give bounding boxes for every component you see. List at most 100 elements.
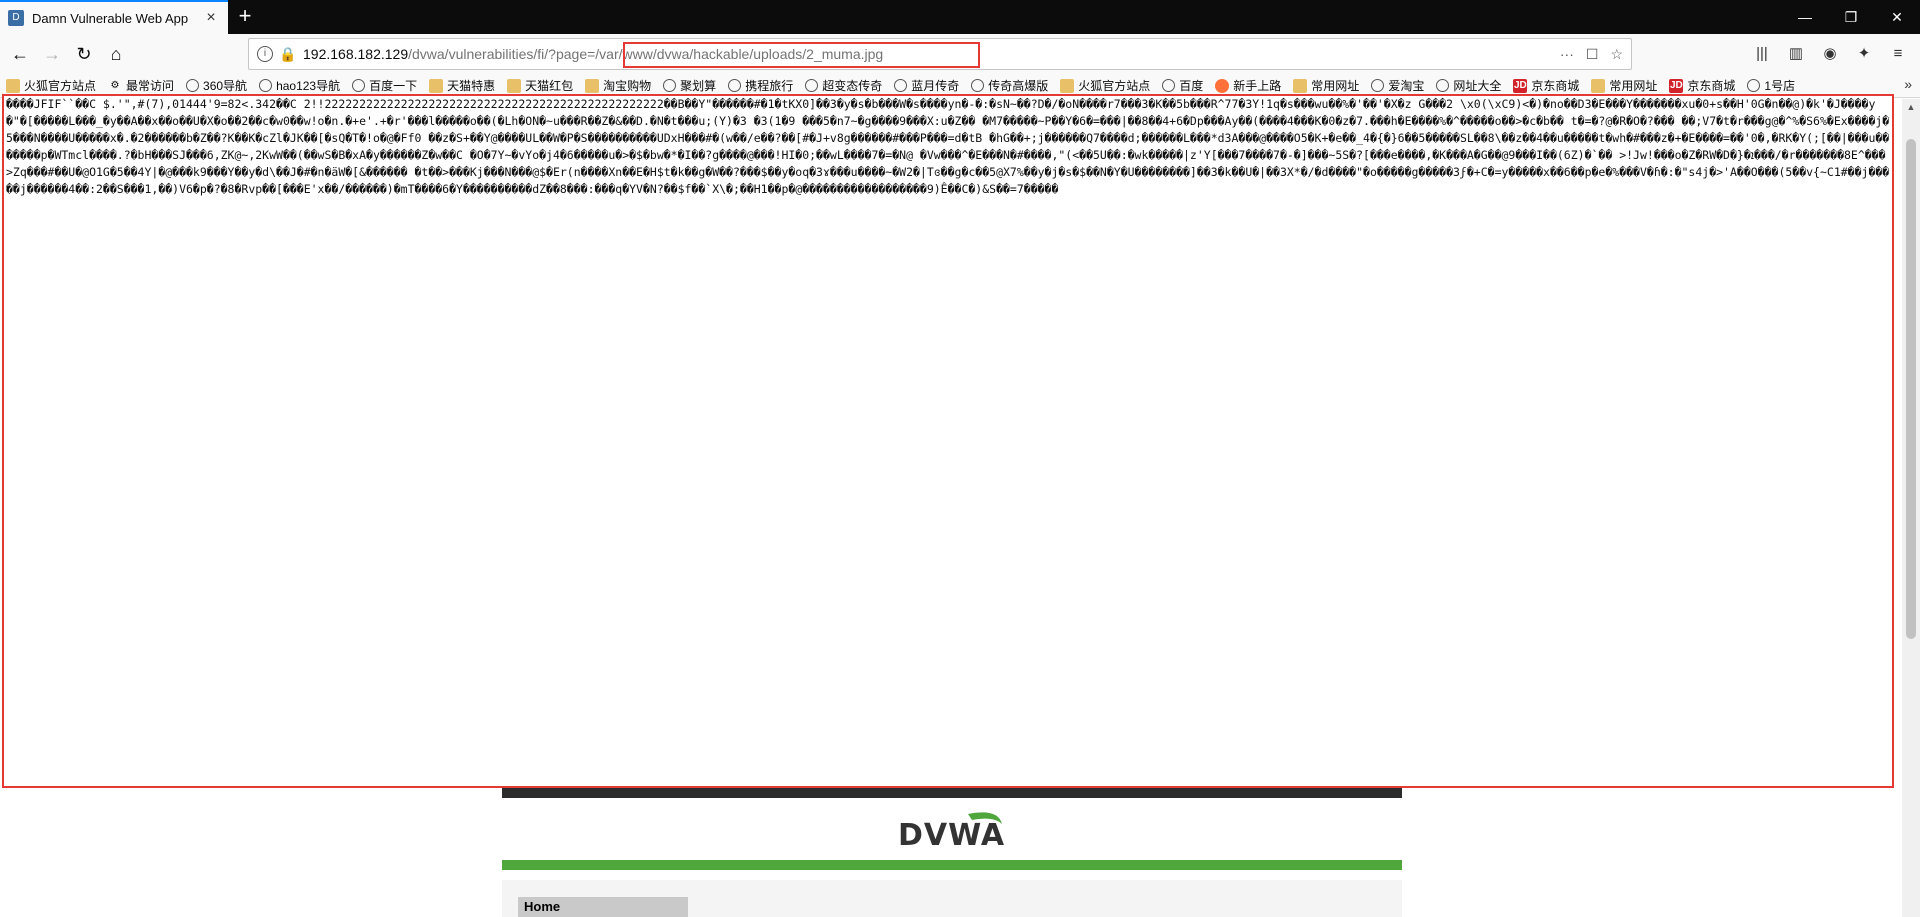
bookmark-item[interactable]: 爱淘宝 [1371, 77, 1424, 94]
bookmark-label: 淘宝购物 [603, 79, 652, 93]
jd-icon: JD [1513, 78, 1528, 93]
globe-icon [971, 79, 985, 92]
bookmark-label: 天猫红包 [525, 79, 574, 93]
bookmark-label: 最常访问 [126, 79, 175, 93]
garbled-file-output: ����JFIF``��C $.'",#(7),01444'9=82<.342�… [2, 94, 1894, 788]
navigation-bar: ← → ↻ ⌂ i 🔒 192.168.182.129/dvwa/vulnera… [0, 34, 1920, 74]
dvwa-header: DVWA [502, 788, 1402, 870]
tab-title: Damn Vulnerable Web App [32, 10, 189, 26]
bookmark-item[interactable]: 百度 [1162, 77, 1203, 94]
pocket-icon[interactable]: ☐ [1586, 46, 1599, 63]
gear-icon: ⚙ [110, 79, 120, 91]
jd-icon: JD [1669, 78, 1684, 93]
folder-icon [6, 78, 20, 93]
bookmark-label: 传奇高爆版 [988, 79, 1049, 93]
bookmark-label: 京东商城 [1531, 79, 1580, 93]
bookmark-label: 常用网址 [1311, 79, 1360, 93]
page-scrollbar[interactable]: ▲ [1902, 99, 1920, 917]
restore-icon[interactable]: ❐ [1828, 0, 1874, 34]
info-icon[interactable]: i [257, 46, 273, 62]
bookmark-label: 百度一下 [369, 79, 418, 93]
back-button[interactable]: ← [4, 38, 36, 70]
home-button[interactable]: ⌂ [100, 38, 132, 70]
page-actions-icon[interactable]: ··· [1560, 46, 1574, 62]
menu-icon[interactable]: ≡ [1886, 38, 1910, 70]
bookmark-item[interactable]: 火狐官方站点 [1060, 77, 1150, 94]
bookmark-item[interactable]: 天猫特惠 [429, 77, 495, 94]
globe-icon [1747, 79, 1761, 92]
bookmark-item[interactable]: 百度一下 [352, 77, 417, 94]
bookmark-item[interactable]: 携程旅行 [728, 77, 793, 94]
bookmark-item[interactable]: 360导航 [186, 77, 247, 94]
extensions-icon[interactable]: ✦ [1852, 38, 1876, 70]
folder-icon [429, 78, 444, 93]
bookmark-star-icon[interactable]: ☆ [1610, 46, 1623, 63]
header-top-bar [502, 788, 1402, 798]
new-tab-button[interactable]: + [228, 0, 262, 34]
bookmark-label: 360导航 [203, 79, 248, 93]
bookmark-item[interactable]: hao123导航 [259, 77, 340, 94]
folder-icon [585, 78, 600, 93]
library-icon[interactable]: ||| [1750, 38, 1774, 70]
url-actions: ··· ☐ ☆ [1560, 39, 1623, 69]
bookmark-item[interactable]: JD 京东商城 [1669, 77, 1735, 94]
bookmark-label: 携程旅行 [745, 79, 794, 93]
reload-button[interactable]: ↻ [68, 38, 100, 70]
account-icon[interactable]: ◉ [1818, 38, 1842, 70]
minimize-icon[interactable]: — [1782, 0, 1828, 34]
bookmark-label: 新手上路 [1233, 79, 1282, 93]
globe-icon [1162, 79, 1176, 92]
bookmark-label: 天猫特惠 [447, 79, 496, 93]
folder-icon [1060, 78, 1075, 93]
bookmark-item[interactable]: 淘宝购物 [585, 77, 651, 94]
bookmark-item[interactable]: 传奇高爆版 [971, 77, 1048, 94]
bookmark-item[interactable]: JD 京东商城 [1513, 77, 1579, 94]
bookmark-label: hao123导航 [276, 79, 341, 93]
browser-tab[interactable]: D Damn Vulnerable Web App × [0, 0, 228, 34]
scroll-thumb[interactable] [1906, 139, 1916, 639]
bookmark-label: 聚划算 [680, 79, 717, 93]
globe-icon [805, 79, 819, 92]
bookmark-item[interactable]: 火狐官方站点 [6, 77, 96, 94]
bookmark-item[interactable]: 超变态传奇 [805, 77, 882, 94]
globe-icon [1371, 79, 1385, 92]
window-controls: — ❐ ✕ [1782, 0, 1920, 34]
scroll-up-icon[interactable]: ▲ [1902, 99, 1920, 115]
url-host: 192.168.182.129 [303, 46, 409, 62]
bookmark-item[interactable]: 新手上路 [1215, 77, 1281, 94]
bookmark-label: 超变态传奇 [822, 79, 883, 93]
insecure-lock-icon[interactable]: 🔒 [279, 46, 296, 62]
globe-icon [1436, 79, 1450, 92]
bookmark-label: 百度 [1179, 79, 1204, 93]
bookmark-item[interactable]: 网址大全 [1436, 77, 1501, 94]
toolbar-right: ||| ▥ ◉ ✦ ≡ [1750, 38, 1910, 70]
fox-icon [1215, 78, 1230, 93]
globe-icon [186, 79, 200, 92]
bookmark-label: 火狐官方站点 [1078, 79, 1151, 93]
sidebar-icon[interactable]: ▥ [1784, 38, 1808, 70]
bookmark-item[interactable]: 聚划算 [663, 77, 716, 94]
bookmark-item[interactable]: 天猫红包 [507, 77, 573, 94]
bookmark-label: 1号店 [1764, 79, 1796, 93]
binary-content-text: ����JFIF``��C $.'",#(7),01444'9=82<.342�… [6, 97, 1890, 196]
bookmarks-overflow-icon[interactable]: » [1904, 76, 1912, 92]
bookmark-label: 京东商城 [1687, 79, 1736, 93]
bookmark-item[interactable]: 常用网址 [1591, 77, 1657, 94]
globe-icon [352, 79, 366, 92]
logo-text: DVWA [898, 818, 1006, 853]
folder-icon [507, 78, 522, 93]
bookmark-label: 常用网址 [1609, 79, 1658, 93]
bookmark-item[interactable]: 常用网址 [1293, 77, 1359, 94]
url-bar[interactable]: i 🔒 192.168.182.129/dvwa/vulnerabilities… [248, 38, 1632, 70]
forward-button[interactable]: → [36, 38, 68, 70]
folder-icon [1293, 78, 1308, 93]
folder-icon [1591, 78, 1606, 93]
close-tab-icon[interactable]: × [202, 9, 220, 27]
menu-item-home[interactable]: Home [518, 897, 688, 917]
bookmark-item[interactable]: 蓝月传奇 [894, 77, 959, 94]
globe-icon [728, 79, 742, 92]
bookmark-item[interactable]: 1号店 [1747, 77, 1795, 94]
bookmark-item[interactable]: ⚙ 最常访问 [108, 77, 175, 94]
globe-icon [259, 79, 273, 92]
close-window-icon[interactable]: ✕ [1874, 0, 1920, 34]
